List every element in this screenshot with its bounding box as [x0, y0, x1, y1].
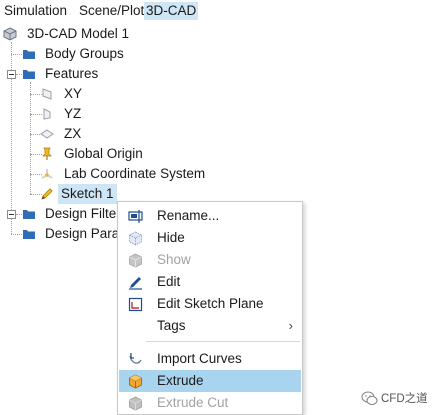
watermark-text: CFD之道 — [381, 393, 428, 405]
tree-item-features[interactable]: Features — [0, 64, 200, 84]
extrude-cut-icon — [129, 396, 142, 411]
menu-item-label: Extrude — [157, 373, 204, 388]
folder-icon — [23, 50, 35, 59]
menu-item-hide[interactable]: Hide — [119, 227, 301, 249]
tree-item-label: Design Para — [45, 226, 120, 241]
tab-simulation[interactable]: Simulation — [2, 2, 69, 20]
tab-scene-plot[interactable]: Scene/Plot — [77, 2, 146, 20]
menu-item-label: Extrude Cut — [157, 395, 229, 410]
menu-item-label: Import Curves — [157, 351, 242, 366]
menu-item-rename[interactable]: Rename... — [119, 205, 301, 227]
menu-item-edit-sketch-plane[interactable]: Edit Sketch Plane — [119, 293, 301, 315]
plane-yz-icon — [43, 108, 51, 120]
menu-item-label: Edit Sketch Plane — [157, 296, 264, 311]
menu-item-label: Show — [157, 252, 191, 267]
rename-icon — [128, 210, 143, 223]
tree-item-label: YZ — [64, 106, 82, 121]
tree-item-zx[interactable]: ZX — [0, 124, 200, 144]
menu-item-label: Hide — [157, 230, 185, 245]
hide-cube-icon — [129, 231, 142, 246]
menu-item-edit[interactable]: Edit — [119, 271, 301, 293]
collapse-icon[interactable] — [7, 70, 16, 79]
folder-icon — [23, 230, 35, 239]
tab-bar: Simulation Scene/Plot 3D-CAD — [0, 0, 447, 22]
plane-xy-icon — [42, 88, 52, 100]
menu-item-tags[interactable]: Tags › — [119, 315, 301, 337]
tree-item-label: Sketch 1 — [58, 184, 117, 204]
context-menu: Rename... Hide Show Edit Edit Sketch Pla… — [117, 201, 303, 415]
tree-item-label: XY — [64, 86, 83, 101]
tree-item-label: Lab Coordinate System — [64, 166, 206, 181]
menu-item-show: Show — [119, 249, 301, 271]
menu-item-label: Tags — [157, 318, 186, 333]
tab-3d-cad[interactable]: 3D-CAD — [144, 2, 199, 20]
coordinate-system-icon — [41, 169, 53, 179]
menu-item-import-curves[interactable]: Import Curves — [119, 348, 301, 370]
menu-item-extrude-cut: Extrude Cut — [119, 392, 301, 414]
plane-zx-icon — [40, 129, 54, 139]
tree-item-label: ZX — [64, 126, 82, 141]
sketch-pencil-icon — [41, 188, 53, 200]
menu-separator — [146, 341, 300, 342]
sketch-plane-icon — [128, 297, 143, 312]
tree-item-lab-coordinate-system[interactable]: Lab Coordinate System — [0, 164, 220, 184]
watermark: CFD之道 — [361, 388, 445, 410]
tree-item-label: Body Groups — [45, 46, 124, 61]
import-curves-icon — [129, 353, 142, 364]
origin-pin-icon — [42, 147, 52, 160]
tree-item-label: Design Filte — [45, 206, 117, 221]
cad-model-icon — [3, 27, 17, 41]
tree-item-global-origin[interactable]: Global Origin — [0, 144, 200, 164]
show-icon — [129, 253, 142, 268]
folder-open-icon — [23, 70, 35, 79]
submenu-arrow-icon: › — [288, 318, 293, 333]
tree-item-label: 3D-CAD Model 1 — [27, 26, 130, 41]
menu-item-label: Rename... — [157, 208, 220, 223]
tree-item-label: Global Origin — [64, 146, 143, 161]
folder-icon — [23, 210, 35, 219]
tree-item-xy[interactable]: XY — [0, 84, 200, 104]
tree-item-label: Features — [45, 66, 99, 81]
expand-icon[interactable] — [7, 210, 16, 219]
menu-item-label: Edit — [157, 274, 181, 289]
tree-item-yz[interactable]: YZ — [0, 104, 200, 124]
tree-item-body-groups[interactable]: Body Groups — [0, 44, 200, 64]
wechat-logo-icon — [361, 391, 378, 406]
edit-pencil-icon — [129, 277, 142, 290]
menu-item-extrude[interactable]: Extrude — [119, 370, 301, 392]
extrude-icon — [129, 374, 142, 389]
tree-item-root[interactable]: 3D-CAD Model 1 — [0, 24, 200, 44]
